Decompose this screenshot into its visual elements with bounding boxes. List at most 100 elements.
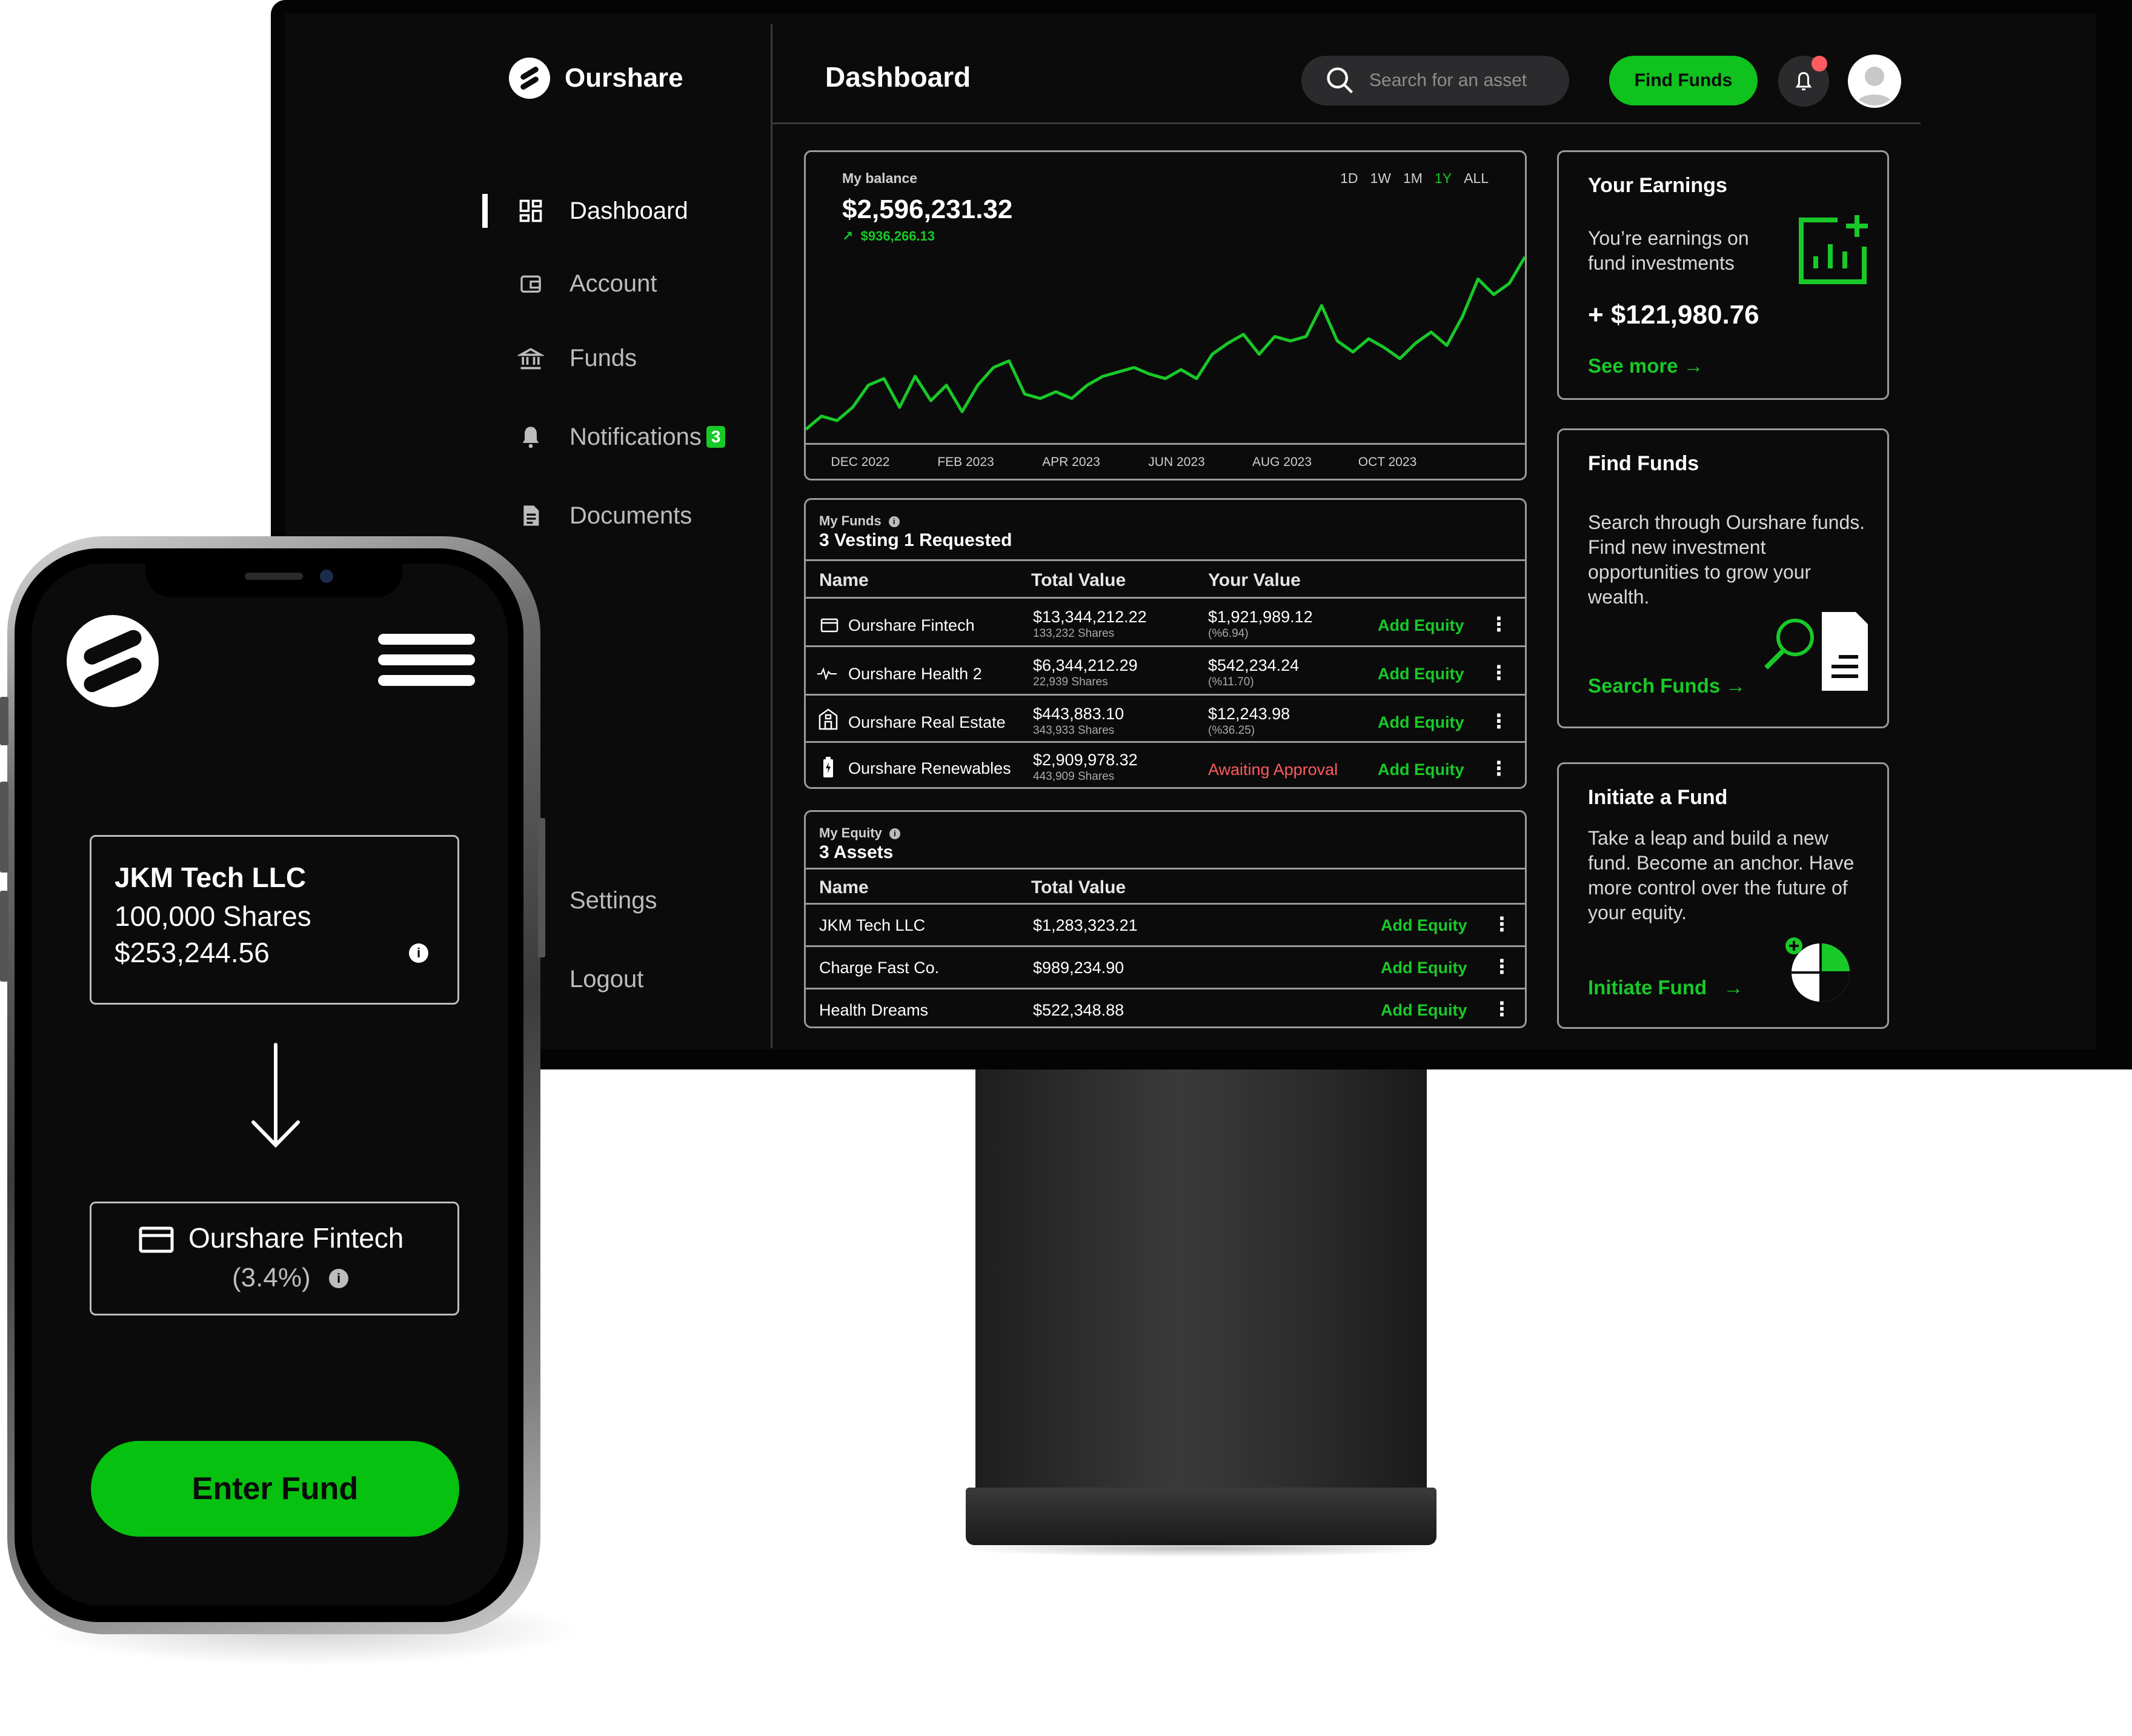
info-icon[interactable]: i	[409, 943, 428, 963]
earnings-title: Your Earnings	[1588, 174, 1727, 197]
table-divider	[806, 903, 1525, 905]
my-equity-label: My Equity i	[819, 825, 900, 841]
more-options-icon[interactable]: ⋮	[1489, 661, 1509, 684]
search-funds-link[interactable]: Search Funds →	[1588, 674, 1745, 697]
earnings-amount: + $121,980.76	[1588, 300, 1759, 330]
ourshare-logo-icon[interactable]	[67, 615, 159, 707]
page-title: Dashboard	[825, 61, 971, 93]
phone-notch	[145, 564, 402, 597]
sidebar-item-notifications[interactable]: Notifications 3	[485, 421, 726, 453]
sidebar-item-account[interactable]: Account	[485, 268, 657, 299]
my-funds-title: 3 Vesting 1 Requested	[819, 530, 1012, 550]
asset-name: JKM Tech LLC	[115, 862, 307, 893]
sidebar-item-label: Notifications	[570, 423, 702, 450]
asset-name: JKM Tech LLC	[819, 916, 926, 934]
search-icon	[1327, 67, 1353, 94]
search-placeholder: Search for an asset	[1369, 70, 1527, 90]
hamburger-menu-icon[interactable]	[378, 634, 475, 688]
balance-line-chart: DEC 2022 FEB 2023 APR 2023 JUN 2023 AUG 2023…	[806, 256, 1525, 469]
asset-value: $253,244.56	[115, 937, 270, 968]
fund-shares: 133,232 Shares	[1033, 627, 1115, 640]
enter-fund-button[interactable]: Enter Fund	[91, 1441, 459, 1537]
fund-total: $13,344,212.22	[1033, 608, 1147, 626]
x-tick-label: FEB 2023	[937, 455, 994, 469]
fund-total: $6,344,212.29	[1033, 656, 1138, 674]
more-options-icon[interactable]: ⋮	[1489, 613, 1509, 636]
my-equity-title: 3 Assets	[819, 842, 894, 862]
asset-name: Health Dreams	[819, 1001, 929, 1019]
table-divider	[806, 988, 1525, 989]
notification-dot	[1812, 56, 1827, 72]
see-more-link[interactable]: See more →	[1588, 354, 1704, 377]
table-divider	[806, 559, 1525, 561]
my-funds-table: My Funds i 3 Vesting 1 Requested Name Tot…	[804, 498, 1527, 789]
user-icon	[1850, 57, 1899, 105]
dashboard-grid-icon	[515, 195, 546, 227]
info-icon[interactable]: i	[888, 516, 900, 528]
initiate-fund-card: Initiate a Fund Take a leap and build a …	[1557, 762, 1889, 1029]
monitor-stand-base	[966, 1488, 1436, 1545]
phone-camera	[320, 570, 333, 583]
find-funds-button[interactable]: Find Funds	[1609, 56, 1758, 105]
asset-total: $1,283,323.21	[1033, 916, 1138, 934]
add-equity-link[interactable]: Add Equity	[1381, 959, 1467, 977]
balance-series-line	[806, 256, 1525, 431]
sidebar-item-documents[interactable]: Documents	[485, 500, 692, 531]
wallet-icon	[515, 268, 546, 299]
add-equity-link[interactable]: Add Equity	[1378, 760, 1464, 779]
bank-icon	[515, 342, 546, 374]
active-indicator	[482, 194, 488, 228]
mobile-asset-card[interactable]: JKM Tech LLC 100,000 Shares $253,244.56 …	[90, 835, 459, 1005]
header-divider	[772, 122, 1921, 124]
x-tick-label: AUG 2023	[1252, 455, 1312, 469]
fund-name: Ourshare Health 2	[848, 665, 982, 683]
search-input[interactable]: Search for an asset	[1301, 56, 1569, 105]
asset-shares: 100,000 Shares	[115, 900, 311, 932]
fund-pct: (%6.94)	[1208, 627, 1249, 640]
add-equity-link[interactable]: Add Equity	[1381, 916, 1467, 935]
asset-name: Charge Fast Co.	[819, 959, 940, 977]
credit-card-icon	[139, 1226, 174, 1253]
earnings-text: You’re earnings on fund investments	[1588, 227, 1749, 274]
fund-pct: (3.4%)	[232, 1263, 311, 1292]
ourshare-logo-icon	[509, 58, 550, 99]
add-equity-link[interactable]: Add Equity	[1378, 665, 1464, 683]
initiate-title: Initiate a Fund	[1588, 786, 1728, 809]
more-options-icon[interactable]: ⋮	[1492, 913, 1512, 936]
brand[interactable]: Ourshare	[509, 58, 683, 99]
sidebar-item-funds[interactable]: Funds	[485, 342, 637, 374]
x-tick-label: JUN 2023	[1148, 455, 1204, 469]
fund-total: $2,909,978.32	[1033, 751, 1138, 769]
fund-name: Ourshare Renewables	[848, 759, 1011, 777]
info-icon[interactable]: i	[329, 1269, 348, 1288]
asset-total: $522,348.88	[1033, 1001, 1124, 1019]
phone-silent-switch	[0, 697, 8, 745]
table-divider	[806, 597, 1525, 599]
table-divider	[806, 868, 1525, 870]
x-tick-label: APR 2023	[1042, 455, 1100, 469]
phone-power-button	[538, 818, 545, 957]
more-options-icon[interactable]: ⋮	[1489, 710, 1509, 733]
fund-shares: 343,933 Shares	[1033, 724, 1115, 737]
avatar[interactable]	[1848, 55, 1901, 108]
document-icon	[515, 500, 546, 531]
document-search-icon	[1759, 606, 1874, 700]
pulse-icon	[817, 663, 837, 684]
sidebar-item-dashboard[interactable]: Dashboard	[482, 194, 688, 228]
monitor-stand-neck	[975, 1060, 1427, 1509]
table-divider	[806, 741, 1525, 743]
pie-chart-plus-icon	[1782, 934, 1855, 1009]
battery-icon	[818, 757, 839, 777]
add-equity-link[interactable]: Add Equity	[1378, 616, 1464, 635]
info-icon[interactable]: i	[889, 828, 900, 840]
more-options-icon[interactable]: ⋮	[1489, 757, 1509, 780]
mobile-fund-card[interactable]: Ourshare Fintech (3.4%) i	[90, 1202, 459, 1315]
more-options-icon[interactable]: ⋮	[1492, 955, 1512, 978]
more-options-icon[interactable]: ⋮	[1492, 997, 1512, 1020]
initiate-fund-link[interactable]: Initiate Fund →	[1588, 976, 1744, 999]
sidebar-divider	[771, 24, 772, 1048]
add-equity-link[interactable]: Add Equity	[1381, 1001, 1467, 1020]
fund-name: Ourshare Fintech	[188, 1222, 404, 1254]
add-equity-link[interactable]: Add Equity	[1378, 713, 1464, 732]
find-funds-card: Find Funds Search through Ourshare funds…	[1557, 428, 1889, 728]
